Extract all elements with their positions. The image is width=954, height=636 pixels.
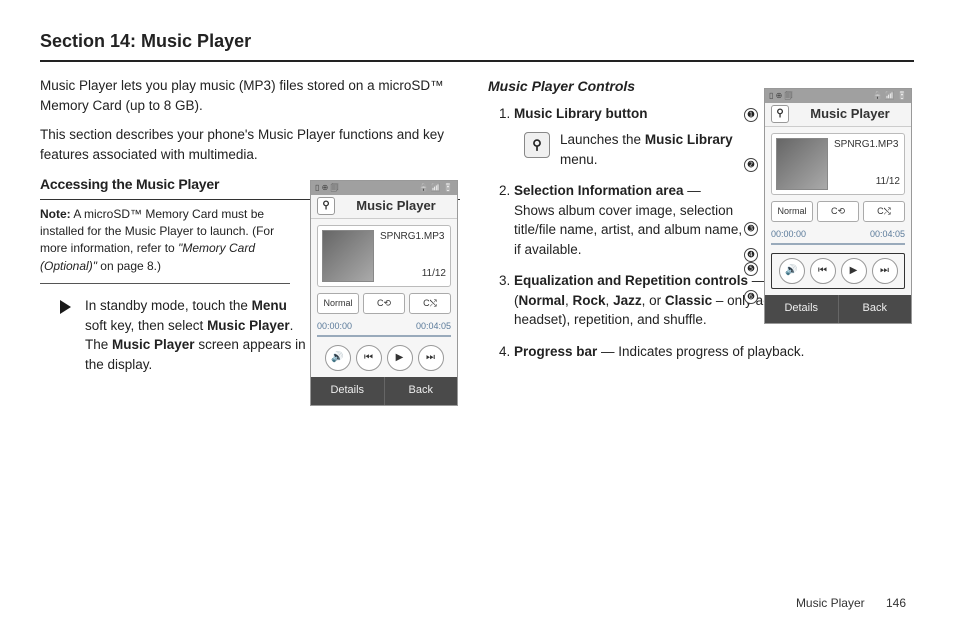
phone2-eq-shuffle: C⤭ [863,201,905,222]
phone-screenshot-2: ▯ ⊕ 🗐🔒 📶 🔋 ⚲ Music Player SPNRG1.MP3 11/… [764,88,912,324]
intro-p1: Music Player lets you play music (MP3) f… [40,76,460,115]
note-divider [40,283,290,284]
phone1-eq-normal: Normal [317,293,359,314]
phone2-track-name: SPNRG1.MP3 [834,138,900,153]
phone2-time-total: 00:04:05 [870,228,905,241]
magnifier-glyph: ⚲ [532,136,542,155]
step-mp: Music Player [207,318,290,333]
search-icon: ⚲ [322,199,329,214]
step-b: soft key, then select [85,318,207,333]
phone1-eq-row: Normal C⟲ C⤭ [317,293,451,314]
callout-6: ➏ [744,290,758,304]
c3-c3: , or [642,293,665,308]
section-title: Section 14: Music Player [40,28,914,54]
step-a: In standby mode, touch the [85,298,252,313]
phone2-track-count: 11/12 [834,175,900,190]
phone2-eq-normal: Normal [771,201,813,222]
phone1-volume-icon: 🔊 [325,345,351,371]
phone1-library-button: ⚲ [317,197,335,215]
intro-p2: This section describes your phone's Musi… [40,125,460,164]
phone1-prev-icon: ⏮ [356,345,382,371]
phone1-eq-repeat: C⟲ [363,293,405,314]
phone1-time-elapsed: 00:00:00 [317,320,352,333]
phone2-playback-controls: 🔊 ⏮ ▶ ⏭ [771,253,905,289]
phone2-eq-row: Normal C⟲ C⤭ [771,201,905,222]
section-name: Music Player [141,31,251,51]
phone1-album-art [322,230,374,282]
phone1-track-name: SPNRG1.MP3 [380,230,446,245]
c1-bold: Music Library [645,132,733,147]
phone1-playback-controls: 🔊 ⏮ ▶ ⏭ [317,345,451,371]
phone2-album-art [776,138,828,190]
phone1-next-icon: ⏭ [418,345,444,371]
phone2-eq-repeat: C⟲ [817,201,859,222]
callout-2: ➋ [744,158,758,172]
control-4-title: Progress bar [514,344,597,359]
phone2-library-button: ⚲ [771,105,789,123]
page-footer: Music Player 146 [796,595,906,612]
phone2-next-icon: ⏭ [872,258,898,284]
note-body-b: on page 8.) [97,259,161,273]
phone2-prev-icon: ⏮ [810,258,836,284]
c1-b: menu. [560,152,598,167]
triangle-bullet-icon [60,300,71,314]
phone2-play-icon: ▶ [841,258,867,284]
callout-3: ➌ [744,222,758,236]
phone1-track-count: 11/12 [380,267,446,282]
c3-b1: Normal [519,293,566,308]
phone1-title: Music Player [341,197,451,216]
phone2-time-elapsed: 00:00:00 [771,228,806,241]
phone1-statusbar: ▯ ⊕ 🗐🔒 📶 🔋 [311,181,457,195]
note-label: Note: [40,207,71,221]
phone1-eq-shuffle: C⤭ [409,293,451,314]
control-1-desc: Launches the Music Library menu. [560,130,744,169]
intro-block: Music Player lets you play music (MP3) f… [40,76,460,164]
callout-1: ➊ [744,108,758,122]
phone2-volume-icon: 🔊 [779,258,805,284]
phone2-title: Music Player [795,105,905,124]
phone2-softkey-back: Back [839,295,912,323]
phone2-info-area: SPNRG1.MP3 11/12 [771,133,905,195]
c3-c1: , [565,293,573,308]
music-library-icon: ⚲ [524,132,550,158]
phone2-statusbar: ▯ ⊕ 🗐🔒 📶 🔋 [765,89,911,103]
phone2-progress: 00:00:00 00:04:05 [771,228,905,245]
callout-5: ➎ [744,262,758,276]
phone1-softkey-details: Details [311,377,385,405]
c3-b3: Jazz [613,293,642,308]
control-item-4: Progress bar — Indicates progress of pla… [514,342,914,362]
footer-label: Music Player [796,596,865,610]
control-4-desc: — Indicates progress of playback. [597,344,804,359]
c1-a: Launches the [560,132,645,147]
control-1-title: Music Library button [514,106,648,121]
control-3-title: Equalization and Repetition controls [514,273,748,288]
step-menu: Menu [252,298,287,313]
control-2-title: Selection Information area [514,183,684,198]
phone1-info-area: SPNRG1.MP3 11/12 [317,225,451,287]
section-prefix: Section 14: [40,31,136,51]
search-icon: ⚲ [776,107,783,122]
callout-4: ➍ [744,248,758,262]
phone1-softkey-back: Back [385,377,458,405]
title-divider [40,60,914,62]
phone1-play-icon: ▶ [387,345,413,371]
phone-screenshot-1: ▯ ⊕ 🗐🔒 📶 🔋 ⚲ Music Player SPNRG1.MP3 11/… [310,180,458,406]
phone1-time-total: 00:04:05 [416,320,451,333]
phone1-progress: 00:00:00 00:04:05 [317,320,451,337]
phone2-softkey-details: Details [765,295,839,323]
c3-b2: Rock [573,293,606,308]
c3-c2: , [606,293,614,308]
step-mp2: Music Player [112,337,195,352]
c3-b4: Classic [665,293,712,308]
footer-page: 146 [886,596,906,610]
